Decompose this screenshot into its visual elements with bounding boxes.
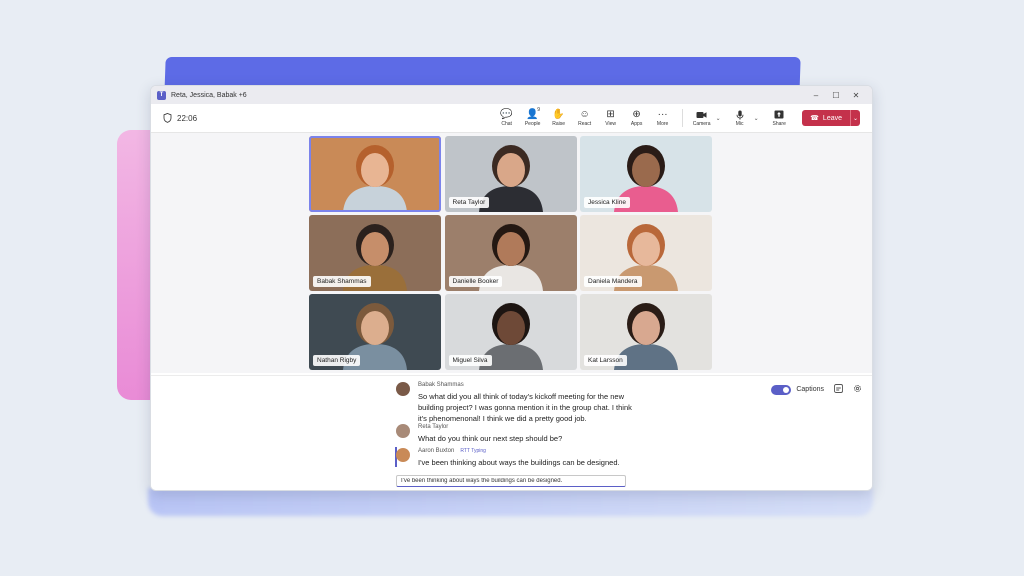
shield-icon [163, 113, 172, 123]
caption-message: Babak Shammas So what did you all think … [396, 382, 646, 424]
avatar [396, 424, 410, 438]
camera-options-chevron-icon[interactable]: ⌄ [716, 115, 721, 122]
hand-icon: ✋ [552, 109, 565, 120]
participant-video [309, 136, 441, 212]
participant-name: Kat Larsson [584, 355, 627, 366]
participant-face [632, 311, 660, 345]
gear-icon[interactable] [853, 384, 862, 395]
people-button[interactable]: 👤 9 People [520, 107, 545, 127]
leave-button[interactable]: ☎ Leave [802, 110, 850, 126]
toolbar-separator [681, 109, 683, 127]
grid-icon: ⊞ [606, 109, 615, 120]
view-button[interactable]: ⊞ View [598, 109, 623, 127]
share-button[interactable]: Share [767, 109, 792, 127]
video-tile[interactable] [309, 136, 441, 212]
phone-hangup-icon: ☎ [810, 115, 819, 122]
participant-face [496, 232, 525, 266]
video-tile[interactable]: Reta Taylor [444, 136, 577, 212]
title-bar: T Reta, Jessica, Babak +6 – ☐ ✕ [151, 86, 872, 104]
participant-name: Daniela Mandera [584, 276, 642, 287]
teams-meeting-window: T Reta, Jessica, Babak +6 – ☐ ✕ 22:06 💬 C… [150, 85, 873, 491]
video-tile[interactable]: Babak Shammas [309, 215, 441, 291]
more-button[interactable]: ··· More [650, 109, 675, 127]
captions-toggle[interactable] [771, 384, 792, 395]
participant-name: Danielle Booker [448, 276, 503, 287]
video-grid: Reta Taylor Jessica Kline Babak Shammas Dan… [309, 136, 712, 370]
window-title: Reta, Jessica, Babak +6 [171, 91, 247, 99]
avatar [396, 382, 410, 396]
video-tile[interactable]: Daniela Mandera [580, 215, 712, 291]
participant-face [632, 153, 660, 187]
meeting-toolbar: 22:06 💬 Chat 👤 9 People ✋ Raise ☺ React ⊞ View ⊕ App… [151, 104, 872, 133]
video-stage: Reta Taylor Jessica Kline Babak Shammas Dan… [151, 133, 872, 373]
decor-shadow-band [148, 488, 873, 516]
apps-icon: ⊕ [632, 109, 641, 120]
minimize-button[interactable]: – [806, 91, 826, 100]
close-button[interactable]: ✕ [846, 91, 866, 100]
react-button[interactable]: ☺ React [572, 109, 597, 127]
video-tile[interactable]: Nathan Rigby [309, 294, 441, 370]
rtt-input-field[interactable] [396, 475, 626, 487]
mic-control[interactable]: Mic ⌄ [727, 109, 759, 127]
camera-icon [696, 109, 707, 120]
video-tile[interactable]: Kat Larsson [580, 294, 712, 370]
chat-icon: 💬 [500, 109, 513, 120]
timer-value: 22:06 [177, 113, 198, 123]
participant-name: Nathan Rigby [313, 355, 361, 366]
participant-name: Babak Shammas [313, 276, 371, 287]
meeting-timer: 22:06 [163, 113, 197, 123]
caption-text: What do you think our next step should b… [418, 434, 563, 443]
caption-text: So what did you all think of today's kic… [418, 392, 632, 423]
captions-language-icon[interactable] [834, 384, 843, 395]
apps-button[interactable]: ⊕ Apps [624, 109, 649, 127]
participant-name: Miguel Silva [448, 355, 492, 366]
chat-button[interactable]: 💬 Chat [494, 109, 519, 127]
video-tile[interactable]: Miguel Silva [444, 294, 577, 370]
mic-button[interactable]: Mic [727, 109, 752, 127]
video-tile[interactable]: Jessica Kline [580, 136, 712, 212]
camera-control[interactable]: Camera ⌄ [689, 109, 721, 127]
camera-button[interactable]: Camera [689, 109, 714, 127]
caption-message-typing: Aaron Buxton RTT Typing I've been thinkin… [396, 448, 646, 470]
people-count-badge: 9 [537, 107, 541, 113]
mic-icon [736, 109, 744, 120]
captions-toggle-label: Captions [796, 386, 824, 393]
participant-face [361, 232, 389, 266]
share-icon [774, 109, 784, 120]
more-icon: ··· [657, 109, 668, 120]
participant-face [496, 311, 525, 345]
participant-face [496, 153, 525, 187]
participant-face [361, 311, 389, 345]
leave-options-chevron-icon[interactable]: ⌄ [850, 110, 860, 126]
participant-face [361, 153, 389, 187]
avatar [396, 448, 410, 462]
teams-logo-icon: T [157, 90, 166, 100]
leave-control[interactable]: ☎ Leave ⌄ [802, 110, 860, 126]
participant-name: Jessica Kline [584, 197, 630, 208]
smile-icon: ☺ [579, 109, 590, 120]
maximize-button[interactable]: ☐ [826, 91, 846, 100]
caption-author: Reta Taylor [418, 424, 449, 430]
participant-face [632, 232, 660, 266]
caption-author: Aaron Buxton RTT Typing [418, 448, 486, 454]
caption-message: Reta Taylor What do you think our next s… [396, 424, 646, 446]
video-tile[interactable]: Danielle Booker [444, 215, 577, 291]
rtt-typing-badge: RTT Typing [460, 448, 486, 454]
caption-author: Babak Shammas [418, 382, 464, 388]
caption-text: I've been thinking about ways the buildi… [418, 458, 620, 467]
captions-controls: Captions [771, 384, 862, 395]
captions-panel: Babak Shammas So what did you all think … [151, 375, 872, 490]
raise-button[interactable]: ✋ Raise [546, 109, 571, 127]
mic-options-chevron-icon[interactable]: ⌄ [754, 115, 759, 122]
participant-name: Reta Taylor [448, 197, 490, 208]
